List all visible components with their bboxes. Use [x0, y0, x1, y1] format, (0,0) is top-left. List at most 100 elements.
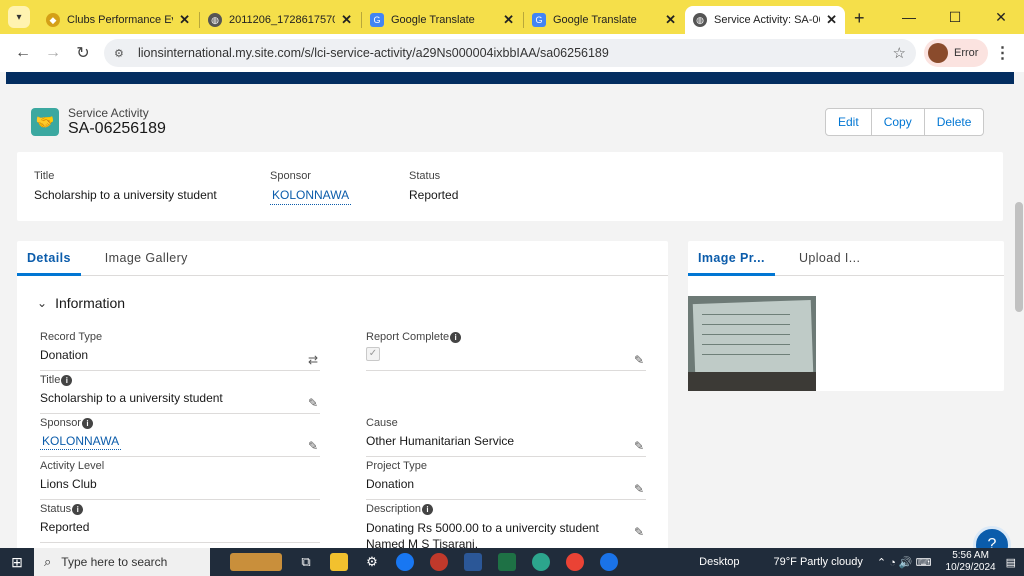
tab-search-button[interactable]: ▾: [8, 6, 30, 28]
clock-time: 5:56 AM: [952, 550, 989, 561]
edit-pencil-icon[interactable]: ✎: [634, 439, 644, 453]
forward-arrow-icon[interactable]: →: [38, 44, 68, 62]
browser-toolbar: ← → ↻ ⚙ lionsinternational.my.site.com/s…: [0, 34, 1024, 72]
file-explorer-icon[interactable]: [330, 553, 348, 571]
browser-tab[interactable]: G Google Translate ✕: [524, 6, 684, 34]
browser-tab[interactable]: G Google Translate ✕: [362, 6, 522, 34]
close-tab-icon[interactable]: ✕: [503, 12, 514, 28]
field-value: Donation: [366, 477, 415, 491]
word-icon[interactable]: [464, 553, 482, 571]
field-label: Title i: [40, 374, 320, 386]
browser-tab[interactable]: ◆ Clubs Performance Evalu ✕: [38, 6, 198, 34]
tab-upload-image[interactable]: Upload I...: [789, 241, 870, 276]
field-label-text: Description: [366, 503, 422, 515]
task-view-icon[interactable]: ⧉: [290, 554, 322, 570]
site-info-icon[interactable]: ⚙: [114, 47, 130, 60]
minimize-icon[interactable]: —: [886, 9, 932, 25]
edit-pencil-icon[interactable]: ✎: [634, 353, 644, 367]
settings-gear-icon[interactable]: ⚙: [356, 554, 388, 570]
window-controls: — ☐ ✕: [886, 0, 1024, 34]
field-title: Title i Scholarship to a university stude…: [40, 374, 320, 414]
info-icon[interactable]: i: [450, 331, 462, 343]
edit-pencil-icon[interactable]: ✎: [308, 396, 318, 410]
clock[interactable]: 5:56 AM 10/29/2024: [946, 550, 996, 574]
tab-title: Service Activity: SA-0625: [714, 14, 820, 26]
notifications-icon[interactable]: ▤: [1006, 556, 1016, 569]
highlights-panel: Title Scholarship to a university studen…: [17, 152, 1003, 221]
reload-icon[interactable]: ↻: [68, 43, 98, 63]
close-tab-icon[interactable]: ✕: [826, 12, 837, 28]
info-icon[interactable]: i: [72, 503, 84, 515]
tab-title: 2011206_1728617570_bi: [229, 14, 335, 26]
upwork-icon[interactable]: [532, 553, 550, 571]
image-panel: Image Pr... Upload I...: [688, 241, 1004, 391]
field-value: Lions Club: [40, 477, 97, 491]
delete-button[interactable]: Delete: [924, 109, 984, 135]
back-arrow-icon[interactable]: ←: [8, 44, 38, 62]
tab-image-preview[interactable]: Image Pr...: [688, 241, 775, 276]
page-content: 🤝 Service Activity SA-06256189 Edit Copy…: [0, 72, 1024, 548]
edit-pencil-icon[interactable]: ✎: [634, 525, 644, 539]
windows-start-icon[interactable]: ⊞: [0, 554, 34, 571]
help-chat-icon[interactable]: ?: [973, 526, 1011, 548]
maximize-icon[interactable]: ☐: [932, 9, 978, 26]
profile-error-button[interactable]: Error: [924, 39, 989, 67]
receipt-image[interactable]: [688, 296, 816, 391]
taskbar-search[interactable]: ⌕ Type here to search: [34, 548, 210, 576]
field-label-text: Title: [40, 374, 61, 386]
info-icon[interactable]: i: [61, 374, 73, 386]
info-icon[interactable]: i: [422, 503, 434, 515]
highlight-label: Status: [409, 170, 441, 182]
info-icon[interactable]: i: [81, 417, 93, 429]
facebook-icon[interactable]: [396, 553, 414, 571]
url-text[interactable]: lionsinternational.my.site.com/s/lci-ser…: [138, 46, 893, 60]
sponsor-field-link[interactable]: KOLONNAWA: [40, 434, 122, 450]
report-complete-checkbox[interactable]: ✓: [366, 347, 380, 361]
highlight-sponsor: Sponsor KOLONNAWA: [270, 170, 352, 205]
excel-icon[interactable]: [498, 553, 516, 571]
grammarly-icon[interactable]: [600, 553, 618, 571]
browser-menu-icon[interactable]: ⋮: [988, 43, 1016, 63]
tray-icons[interactable]: ⌃ ◔ 🔊 ⌨: [877, 556, 932, 569]
receipt-line: [702, 314, 790, 315]
section-title: Information: [55, 295, 126, 311]
google-translate-icon: G: [370, 13, 384, 27]
browser-tab[interactable]: ◍ 2011206_1728617570_bi ✕: [200, 6, 360, 34]
weather-widget[interactable]: 79°F Partly cloudy: [774, 556, 863, 568]
copy-button[interactable]: Copy: [871, 109, 925, 135]
details-tabs: Details Image Gallery: [17, 241, 668, 276]
google-translate-icon: G: [532, 13, 546, 27]
bookmark-star-icon[interactable]: ☆: [893, 44, 906, 62]
close-tab-icon[interactable]: ✕: [179, 12, 190, 28]
browser-tab-active[interactable]: ◍ Service Activity: SA-0625 ✕: [685, 6, 845, 34]
desktop-toolbar-label[interactable]: Desktop: [699, 556, 739, 568]
field-cause: Cause Other Humanitarian Service ✎: [366, 417, 646, 457]
field-value: Scholarship to a university student: [40, 391, 223, 405]
address-bar[interactable]: ⚙ lionsinternational.my.site.com/s/lci-s…: [104, 39, 916, 67]
browser-tab-strip: ▾ ◆ Clubs Performance Evalu ✕ ◍ 2011206_…: [0, 0, 1024, 34]
opera-icon[interactable]: [430, 553, 448, 571]
profile-error-label: Error: [954, 47, 979, 59]
change-record-type-icon[interactable]: ⇄: [308, 353, 318, 367]
search-highlight-image[interactable]: [230, 553, 282, 571]
close-tab-icon[interactable]: ✕: [665, 12, 676, 28]
taskbar-search-placeholder: Type here to search: [61, 555, 168, 569]
tab-details[interactable]: Details: [17, 241, 81, 276]
field-label: Status i: [40, 503, 320, 515]
section-header-information[interactable]: ⌄ Information: [37, 295, 125, 311]
edit-pencil-icon[interactable]: ✎: [308, 439, 318, 453]
edit-pencil-icon[interactable]: ✎: [634, 482, 644, 496]
close-window-icon[interactable]: ✕: [978, 9, 1024, 26]
receipt-line: [702, 354, 790, 355]
field-status: Status i Reported: [40, 503, 320, 543]
globe-icon: ◍: [208, 13, 222, 27]
sponsor-link[interactable]: KOLONNAWA: [270, 188, 352, 205]
scrollbar-thumb[interactable]: [1015, 202, 1023, 312]
edit-button[interactable]: Edit: [826, 109, 872, 135]
close-tab-icon[interactable]: ✕: [341, 12, 352, 28]
field-sponsor: Sponsor i KOLONNAWA ✎: [40, 417, 320, 457]
tab-image-gallery[interactable]: Image Gallery: [95, 241, 198, 276]
new-tab-button[interactable]: +: [854, 8, 865, 29]
chrome-icon[interactable]: [566, 553, 584, 571]
record-actions: Edit Copy Delete: [825, 108, 985, 136]
